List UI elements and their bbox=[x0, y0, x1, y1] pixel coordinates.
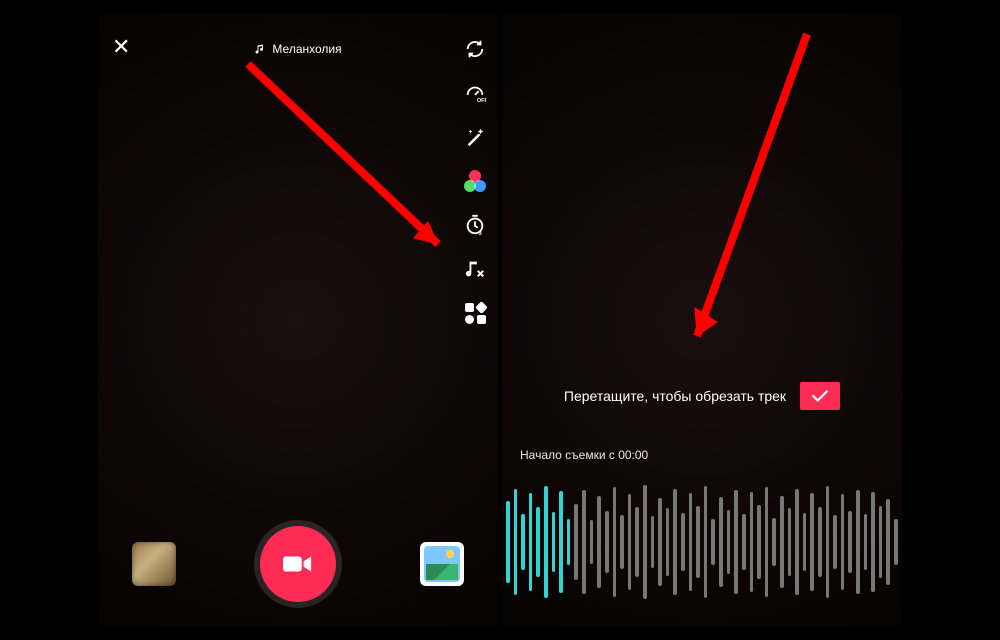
waveform-bar bbox=[590, 520, 594, 564]
gallery-button[interactable] bbox=[420, 542, 464, 586]
waveform-bar bbox=[795, 489, 799, 596]
start-time-label: Начало съемки с 00:00 bbox=[520, 448, 648, 462]
waveform-bar bbox=[704, 486, 708, 597]
waveform-bar bbox=[742, 514, 746, 570]
waveform-bar bbox=[514, 489, 518, 596]
waveform-bar bbox=[864, 514, 868, 570]
sound-label: Меланхолия bbox=[272, 42, 341, 56]
music-note-icon bbox=[254, 43, 266, 55]
waveform-bar bbox=[666, 508, 670, 575]
waveform-bar bbox=[810, 493, 814, 590]
waveform-bar bbox=[711, 519, 715, 565]
waveform-bar bbox=[605, 511, 609, 574]
waveform-bar bbox=[734, 490, 738, 594]
record-button[interactable] bbox=[260, 526, 336, 602]
annotation-arrow bbox=[238, 54, 468, 274]
waveform-bar bbox=[544, 486, 548, 597]
waveform-bar bbox=[871, 492, 875, 592]
waveform-bar bbox=[803, 513, 807, 571]
waveform-bar bbox=[856, 490, 860, 594]
waveform-bar bbox=[613, 487, 617, 596]
waveform-bar bbox=[559, 491, 563, 593]
waveform-bar bbox=[848, 511, 852, 574]
waveform-bar bbox=[643, 485, 647, 599]
waveform-bar bbox=[689, 493, 693, 590]
waveform-bar bbox=[582, 490, 586, 594]
trim-sound-screen: Перетащите, чтобы обрезать трек Начало с… bbox=[502, 14, 902, 626]
waveform-bar bbox=[750, 492, 754, 592]
waveform-bar bbox=[719, 497, 723, 587]
waveform-bar bbox=[521, 514, 525, 570]
close-icon[interactable]: ✕ bbox=[112, 34, 130, 60]
waveform-bar bbox=[818, 507, 822, 577]
flip-camera-icon[interactable] bbox=[462, 36, 488, 62]
waveform-bar bbox=[772, 518, 776, 567]
magic-wand-icon[interactable] bbox=[462, 124, 488, 150]
trim-hint-row: Перетащите, чтобы обрезать трек bbox=[502, 382, 902, 410]
trim-hint-text: Перетащите, чтобы обрезать трек bbox=[564, 388, 786, 404]
effects-button[interactable] bbox=[132, 542, 176, 586]
tool-column: OFF 3 bbox=[462, 36, 488, 326]
waveform-bar bbox=[727, 510, 731, 575]
bottom-bar bbox=[98, 526, 498, 602]
waveform-bar bbox=[567, 519, 571, 565]
svg-text:3: 3 bbox=[479, 231, 482, 236]
waveform-bar bbox=[552, 512, 556, 572]
waveform-bar bbox=[681, 513, 685, 571]
waveform-bar bbox=[658, 498, 662, 586]
waveform-bar bbox=[696, 506, 700, 578]
svg-text:OFF: OFF bbox=[477, 98, 486, 104]
waveform-bar bbox=[651, 516, 655, 567]
waveform-bar bbox=[894, 519, 898, 565]
top-bar: ✕ Меланхолия bbox=[98, 34, 498, 64]
waveform-bar bbox=[574, 504, 578, 581]
timer-icon[interactable]: 3 bbox=[462, 212, 488, 238]
waveform-bar bbox=[788, 508, 792, 575]
waveform-bar bbox=[628, 494, 632, 589]
waveform-bar bbox=[597, 496, 601, 589]
filters-icon[interactable] bbox=[462, 168, 488, 194]
waveform-bar bbox=[635, 507, 639, 577]
selected-sound[interactable]: Меланхолия bbox=[254, 42, 341, 56]
trim-sound-icon[interactable] bbox=[462, 256, 488, 282]
waveform-bar bbox=[879, 506, 883, 578]
waveform-bar bbox=[841, 494, 845, 589]
record-screen: ✕ Меланхолия OFF 3 bbox=[98, 14, 498, 626]
confirm-button[interactable] bbox=[800, 382, 840, 410]
speed-icon[interactable]: OFF bbox=[462, 80, 488, 106]
waveform-bar bbox=[886, 499, 890, 585]
waveform-bar bbox=[780, 496, 784, 589]
waveform-bar bbox=[757, 505, 761, 579]
waveform[interactable] bbox=[502, 484, 902, 600]
waveform-bar bbox=[765, 487, 769, 596]
waveform-bar bbox=[673, 489, 677, 596]
waveform-bar bbox=[536, 507, 540, 577]
waveform-bar bbox=[620, 515, 624, 568]
waveform-bar bbox=[833, 515, 837, 568]
waveform-bar bbox=[826, 486, 830, 597]
templates-icon[interactable] bbox=[462, 300, 488, 326]
waveform-bar bbox=[529, 493, 533, 590]
waveform-bar bbox=[506, 501, 510, 582]
annotation-arrow bbox=[657, 26, 857, 366]
